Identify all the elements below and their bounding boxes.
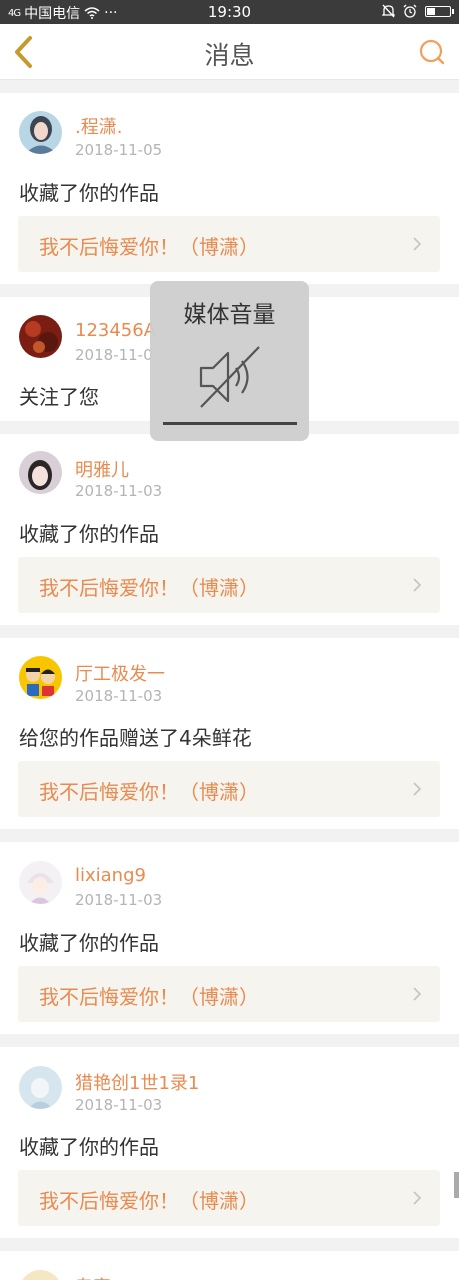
page-title: 消息 (204, 41, 255, 70)
message-date: 2018-11-03 (75, 482, 163, 500)
work-title: 我不后悔爱你！（博潇） (39, 985, 259, 1009)
work-title: 我不后悔爱你！（博潇） (39, 1189, 259, 1213)
work-link[interactable]: 我不后悔爱你！（博潇） (18, 966, 440, 1022)
username[interactable]: lixiang9 (75, 865, 146, 886)
battery-icon (425, 5, 454, 17)
avatar[interactable] (19, 861, 62, 904)
work-link[interactable]: 我不后悔爱你！（博潇） (18, 761, 440, 817)
message-action-text: 收藏了你的作品 (19, 931, 159, 955)
message-action-text: 收藏了你的作品 (19, 1135, 159, 1159)
avatar[interactable] (19, 111, 62, 154)
username[interactable]: 123456A (75, 320, 156, 341)
scrollbar-thumb[interactable] (454, 1172, 459, 1198)
work-title: 我不后悔爱你！（博潇） (39, 780, 259, 804)
avatar[interactable] (19, 1270, 62, 1280)
message-card[interactable]: 厅工极发一 2018-11-03 给您的作品赠送了4朵鲜花 我不后悔爱你！（博潇… (0, 638, 459, 829)
message-action-text: 关注了您 (19, 385, 99, 409)
chevron-right-icon (413, 237, 422, 251)
message-date: 2018-11-05 (75, 141, 163, 159)
avatar[interactable] (19, 451, 62, 494)
username[interactable]: .程潇. (75, 113, 122, 139)
work-link[interactable]: 我不后悔爱你！（博潇） (18, 1170, 440, 1226)
message-date: 2018-11-03 (75, 687, 163, 705)
username[interactable]: 猎艳创1世1录1 (75, 1069, 199, 1095)
avatar[interactable] (19, 1066, 62, 1109)
message-card[interactable]: .程潇. 2018-11-05 收藏了你的作品 我不后悔爱你！（博潇） (0, 93, 459, 284)
message-card[interactable]: 猎艳创1世1录1 2018-11-03 收藏了你的作品 我不后悔爱你！（博潇） (0, 1047, 459, 1238)
work-title: 我不后悔爱你！（博潇） (39, 235, 259, 259)
message-date: 2018-11-0 (75, 346, 153, 364)
username[interactable]: 厅工极发一 (75, 660, 165, 686)
alarm-clock-icon (403, 4, 417, 18)
work-link[interactable]: 我不后悔爱你！（博潇） (18, 557, 440, 613)
speaker-muted-icon (199, 346, 260, 408)
message-action-text: 收藏了你的作品 (19, 522, 159, 546)
silent-bell-icon (382, 4, 395, 18)
username[interactable]: 明雅儿 (75, 456, 129, 482)
username[interactable]: 专家 (75, 1273, 111, 1280)
volume-toast: 媒体音量 (150, 281, 309, 441)
message-card[interactable]: lixiang9 2018-11-03 收藏了你的作品 我不后悔爱你！（博潇） (0, 842, 459, 1034)
work-link[interactable]: 我不后悔爱你！（博潇） (18, 216, 440, 272)
work-title: 我不后悔爱你！（博潇） (39, 576, 259, 600)
chevron-right-icon (413, 578, 422, 592)
top-nav-bar: 消息 (0, 24, 459, 80)
avatar[interactable] (19, 315, 62, 358)
search-icon[interactable] (417, 37, 447, 67)
message-action-text: 给您的作品赠送了4朵鲜花 (19, 726, 252, 750)
chevron-right-icon (413, 987, 422, 1001)
volume-toast-title: 媒体音量 (183, 302, 276, 328)
message-date: 2018-11-03 (75, 891, 163, 909)
avatar[interactable] (19, 656, 62, 699)
status-bar: 4G 中国电信 ··· 19:30 (0, 0, 459, 24)
message-card[interactable]: 明雅儿 2018-11-03 收藏了你的作品 我不后悔爱你！（博潇） (0, 434, 459, 625)
message-action-text: 收藏了你的作品 (19, 181, 159, 205)
chevron-right-icon (413, 782, 422, 796)
chevron-right-icon (413, 1191, 422, 1205)
message-date: 2018-11-03 (75, 1096, 163, 1114)
volume-level-bar (163, 422, 297, 425)
message-card[interactable]: 专家 (0, 1251, 459, 1280)
